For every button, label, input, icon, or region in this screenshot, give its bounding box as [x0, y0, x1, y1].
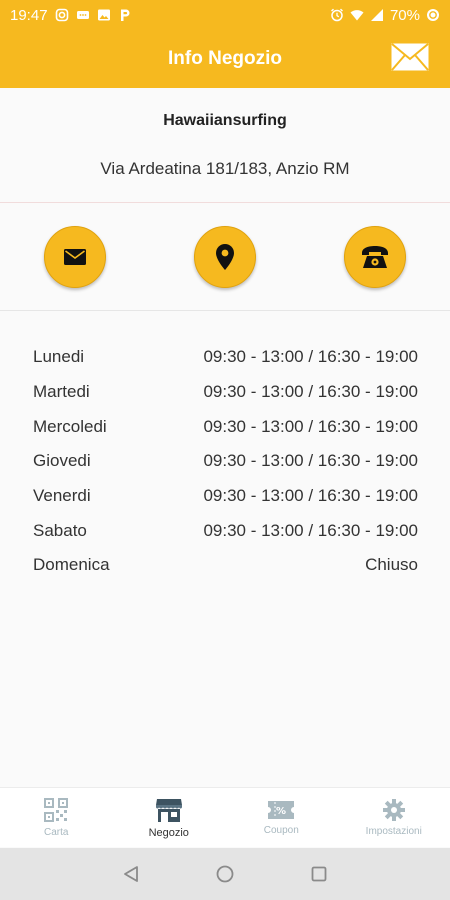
hours-row: Martedi 09:30 - 13:00 / 16:30 - 19:00 [33, 375, 418, 410]
hours-value: 09:30 - 13:00 / 16:30 - 19:00 [203, 486, 418, 506]
nav-item-impostazioni[interactable]: Impostazioni [338, 788, 450, 847]
opening-hours-list: Lunedi 09:30 - 13:00 / 16:30 - 19:00 Mar… [33, 340, 418, 583]
divider [0, 202, 450, 203]
hours-row: Lunedi 09:30 - 13:00 / 16:30 - 19:00 [33, 340, 418, 375]
day-label: Sabato [33, 520, 87, 540]
phone-button[interactable] [344, 226, 406, 288]
bottom-navigation: Carta Negozio % Coupon Impostazioni [0, 787, 450, 847]
coupon-icon: % [268, 801, 295, 819]
hours-value: Chiuso [365, 555, 418, 575]
instagram-icon [55, 8, 69, 22]
hours-row: Mercoledi 09:30 - 13:00 / 16:30 - 19:00 [33, 409, 418, 444]
shop-name: Hawaiiansurfing [163, 112, 287, 129]
back-button[interactable] [119, 862, 143, 886]
svg-text:%: % [276, 806, 286, 817]
map-button[interactable] [194, 226, 256, 288]
image-icon [97, 8, 111, 22]
day-label: Martedi [33, 382, 90, 402]
signal-icon [370, 8, 384, 22]
parking-icon [118, 8, 132, 22]
envelope-icon [64, 249, 86, 265]
hours-row: Venerdi 09:30 - 13:00 / 16:30 - 19:00 [33, 479, 418, 514]
hours-row: Sabato 09:30 - 13:00 / 16:30 - 19:00 [33, 513, 418, 548]
day-label: Giovedi [33, 451, 91, 471]
nav-label: Carta [44, 827, 69, 838]
shop-address: Via Ardeatina 181/183, Anzio RM [100, 159, 350, 178]
hours-value: 09:30 - 13:00 / 16:30 - 19:00 [203, 416, 418, 436]
status-bar: 19:47 70% [0, 0, 450, 30]
email-button[interactable] [44, 226, 106, 288]
recents-button[interactable] [307, 862, 331, 886]
system-navigation [0, 848, 450, 900]
day-label: Venerdi [33, 486, 91, 506]
hours-value: 09:30 - 13:00 / 16:30 - 19:00 [203, 382, 418, 402]
telephone-icon [362, 246, 388, 268]
status-time: 19:47 [10, 6, 48, 24]
hours-row: Domenica Chiuso [33, 548, 418, 583]
store-icon [155, 798, 182, 822]
nav-label: Impostazioni [365, 826, 422, 837]
battery-icon [426, 8, 440, 22]
nav-item-carta[interactable]: Carta [0, 788, 113, 847]
hours-row: Giovedi 09:30 - 13:00 / 16:30 - 19:00 [33, 444, 418, 479]
envelope-icon [391, 43, 429, 71]
alarm-icon [330, 8, 344, 22]
page-title: Info Negozio [168, 48, 282, 69]
recents-square-icon [311, 866, 327, 882]
home-button[interactable] [213, 862, 237, 886]
day-label: Lunedi [33, 347, 85, 367]
email-action-button[interactable] [390, 42, 430, 72]
qr-code-icon [44, 798, 69, 822]
nav-item-negozio[interactable]: Negozio [113, 788, 226, 847]
day-label: Domenica [33, 555, 110, 575]
wifi-icon [350, 8, 364, 22]
message-icon [76, 8, 90, 22]
app-bar: Info Negozio [0, 30, 450, 88]
divider [0, 310, 450, 311]
contact-actions [0, 226, 450, 288]
hours-value: 09:30 - 13:00 / 16:30 - 19:00 [203, 451, 418, 471]
battery-percent: 70% [389, 6, 420, 24]
hours-value: 09:30 - 13:00 / 16:30 - 19:00 [203, 520, 418, 540]
day-label: Mercoledi [33, 416, 107, 436]
gear-icon [382, 799, 405, 821]
back-triangle-icon [124, 866, 138, 882]
nav-item-coupon[interactable]: % Coupon [225, 788, 338, 847]
nav-label: Coupon [263, 825, 299, 836]
home-circle-icon [216, 865, 234, 883]
hours-value: 09:30 - 13:00 / 16:30 - 19:00 [203, 347, 418, 367]
map-pin-icon [216, 244, 234, 270]
nav-label: Negozio [148, 826, 189, 839]
